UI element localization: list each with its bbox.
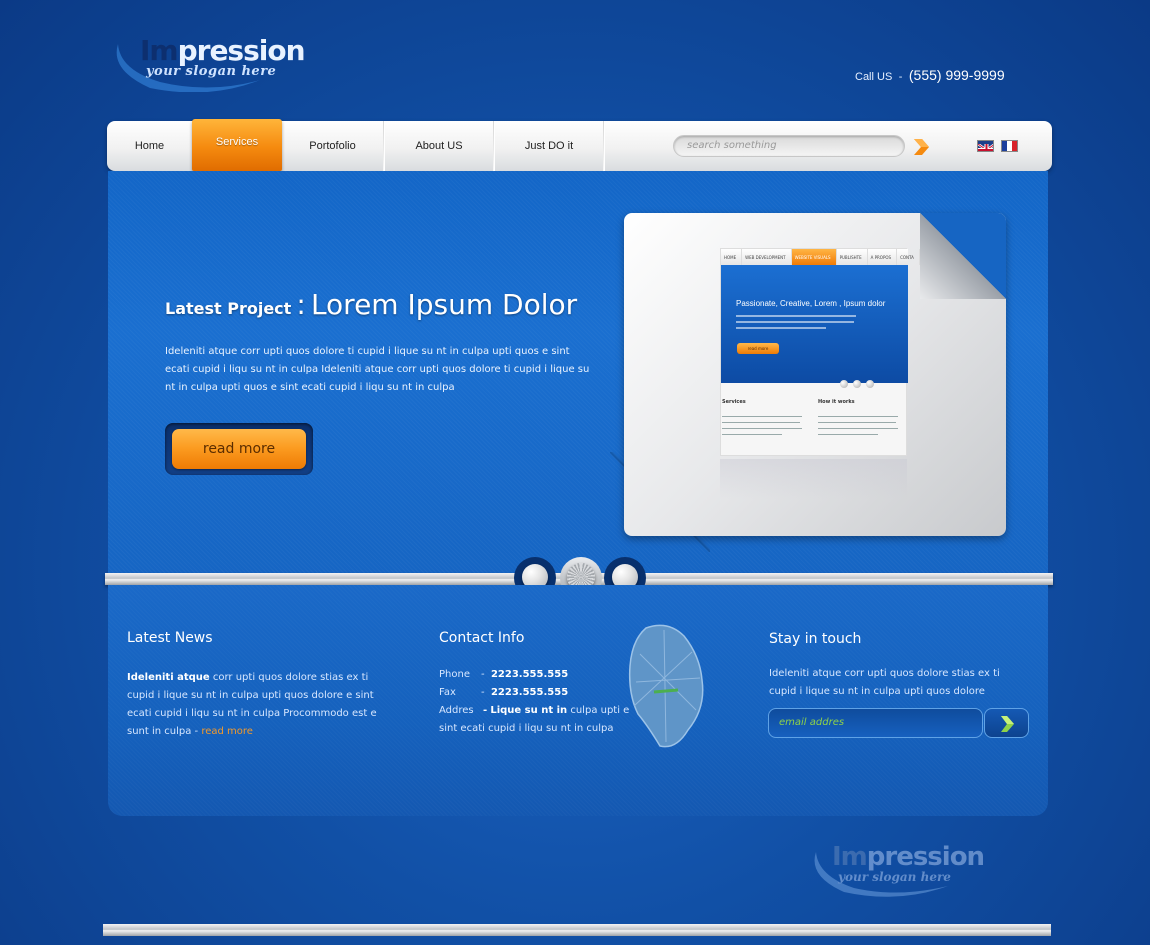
preview-text-line (736, 327, 826, 329)
subscribe-button[interactable] (984, 708, 1029, 738)
page-curl-corner (920, 213, 1006, 299)
map-icon[interactable] (626, 622, 706, 752)
news-read-more-link[interactable]: read more (201, 726, 253, 737)
call-us-phone: (555) 999-9999 (908, 67, 1005, 83)
footer-divider (103, 924, 1051, 936)
preview-text-line (736, 315, 856, 317)
hero-description: Ideleniti atque corr upti quos dolore ti… (165, 346, 590, 393)
search-arrow-icon[interactable] (912, 137, 930, 157)
logo-wordmark: Impression (140, 34, 306, 67)
latest-news-title: Latest News (127, 630, 213, 646)
preview-text-line (722, 422, 800, 423)
preview-text-line (722, 428, 802, 429)
preview-button: read more (737, 343, 779, 354)
contact-address-row: Addres - Lique su nt in culpa upti e sint… (439, 705, 630, 734)
hero-heading: Lorem Ipsum Dolor (310, 288, 578, 321)
project-preview-frame[interactable]: HOME WEB DEVELOPMENT WEBSITE VISUALS PUB… (624, 213, 1006, 536)
nav-item-home[interactable]: Home (107, 121, 192, 171)
preview-text-line (818, 416, 898, 417)
read-more-button[interactable]: read more (172, 429, 306, 469)
subscribe-arrow-icon (1001, 716, 1014, 732)
nav-item-portofolio[interactable]: Portofolio (282, 121, 383, 171)
preview-text-line (722, 416, 802, 417)
preview-slider-dot (853, 380, 861, 388)
preview-col-how: How it works (818, 399, 855, 405)
latest-news-text: Ideleniti atque corr upti quos dolore st… (127, 672, 377, 737)
flag-fr-icon[interactable] (1001, 140, 1018, 152)
nav-item-about-us[interactable]: About US (385, 121, 493, 171)
project-preview-screenshot: HOME WEB DEVELOPMENT WEBSITE VISUALS PUB… (720, 248, 920, 456)
preview-reflection (720, 459, 907, 499)
logo[interactable]: Impression your slogan here (110, 30, 306, 92)
preview-col-services: Services (722, 399, 746, 405)
preview-slider-dot (840, 380, 848, 388)
preview-text-line (818, 434, 878, 435)
call-us: Call US - (555) 999-9999 (855, 67, 1005, 83)
preview-nav: HOME WEB DEVELOPMENT WEBSITE VISUALS PUB… (721, 249, 920, 265)
preview-text-line (722, 434, 782, 435)
footer-logo-wordmark: Impression (832, 842, 985, 872)
flag-uk-icon[interactable] (977, 140, 994, 152)
stay-in-touch-title: Stay in touch (769, 631, 862, 647)
logo-slogan: your slogan here (146, 64, 277, 79)
contact-phone-row: Phone - 2223.555.555 (439, 669, 569, 680)
call-us-label: Call US (855, 71, 893, 83)
contact-info-text: Phone - 2223.555.555 Fax - 2223.555.555 Ad… (439, 666, 639, 738)
preview-slider-dot (866, 380, 874, 388)
footer-logo-slogan: your slogan here (838, 870, 951, 884)
read-more-container: read more (165, 423, 313, 475)
preview-text-line (818, 422, 896, 423)
nav-item-services[interactable]: Services (192, 119, 282, 171)
email-input[interactable]: email addres (768, 708, 983, 738)
preview-hero: Passionate, Creative, Lorem , Ipsum dolo… (721, 265, 908, 383)
search-input[interactable]: search something (673, 135, 905, 157)
hero-title: Latest Project : Lorem Ipsum Dolor (165, 288, 578, 321)
nav-separator (603, 121, 605, 171)
preview-text-line (736, 321, 854, 323)
stay-in-touch-text: Ideleniti atque corr upti quos dolore st… (769, 668, 1000, 697)
preview-text-line (818, 428, 898, 429)
nav-item-just-do-it[interactable]: Just DO it (495, 121, 603, 171)
footer-logo: Impression your slogan here (808, 840, 988, 898)
hero-label: Latest Project (165, 299, 292, 318)
preview-headline: Passionate, Creative, Lorem , Ipsum dolo… (736, 299, 886, 308)
contact-fax-row: Fax - 2223.555.555 (439, 687, 569, 698)
main-nav: Home Services Portofolio About US Just D… (107, 119, 1052, 171)
contact-info-title: Contact Info (439, 630, 525, 646)
